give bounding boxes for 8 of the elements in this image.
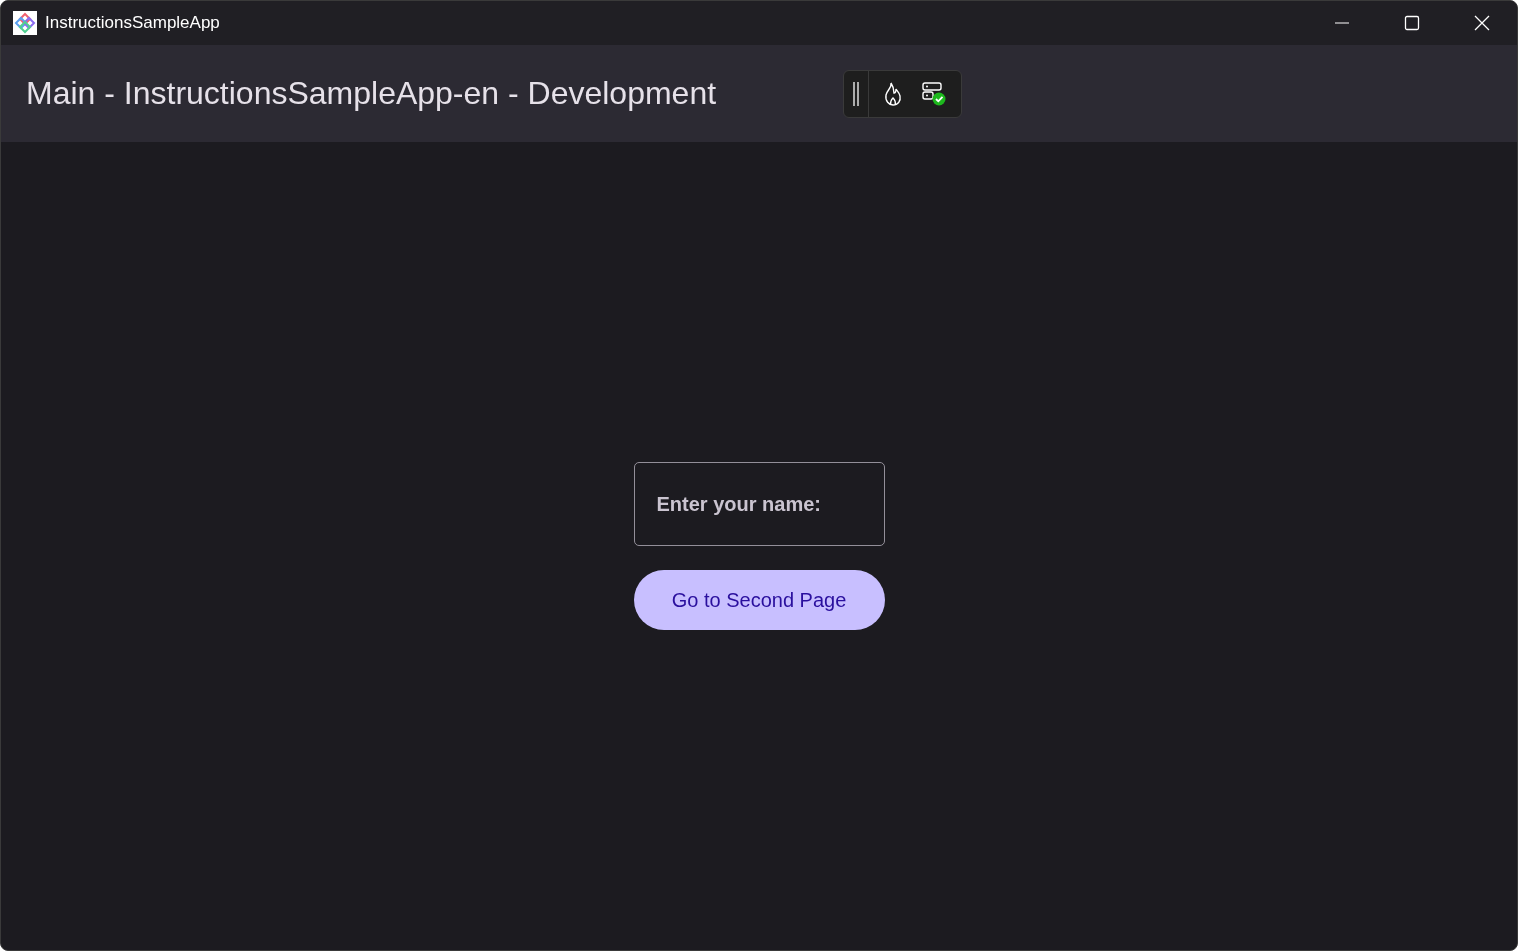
window-title: InstructionsSampleApp bbox=[45, 13, 220, 33]
page-title: Main - InstructionsSampleApp-en - Development bbox=[26, 75, 718, 112]
app-logo-icon bbox=[13, 11, 37, 35]
second-page-button[interactable]: Go to Second Page bbox=[633, 570, 885, 630]
drag-handle-icon[interactable] bbox=[852, 81, 860, 106]
name-input-field[interactable]: Enter your name: bbox=[633, 462, 885, 546]
close-icon[interactable] bbox=[1474, 15, 1490, 31]
maximize-icon[interactable] bbox=[1404, 15, 1420, 31]
